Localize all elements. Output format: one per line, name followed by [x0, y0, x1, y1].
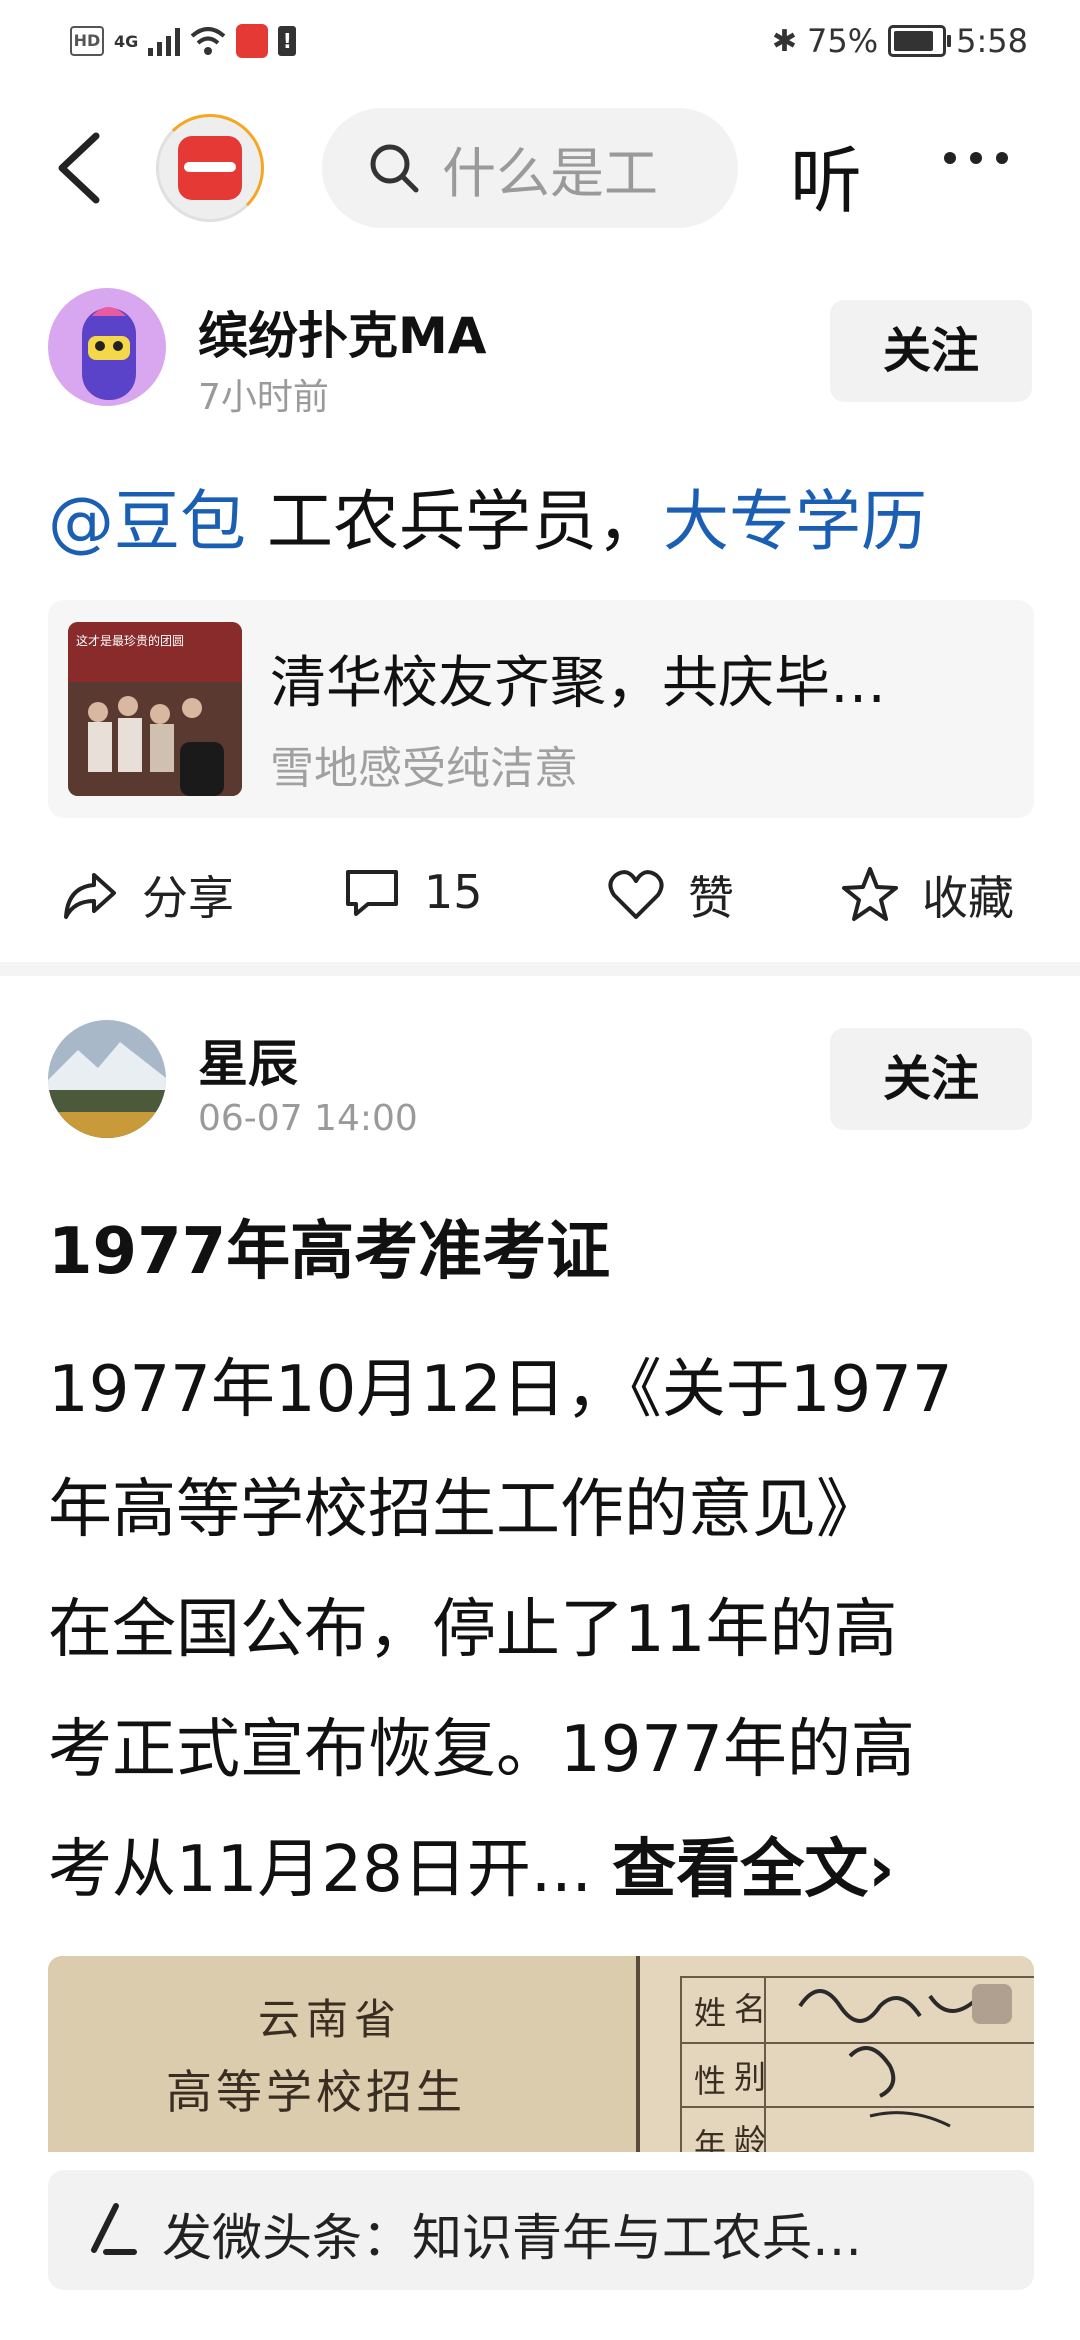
ticket-cell: 别 [734, 2058, 767, 2096]
read-more-link[interactable]: 查看全文› [612, 1833, 894, 1907]
avatar-landscape-icon [48, 1020, 166, 1138]
share-button[interactable]: 分享 [60, 862, 234, 928]
more-menu-icon[interactable] [944, 152, 1008, 164]
battery-icon [888, 25, 952, 57]
red-packet-icon [178, 136, 242, 200]
ticket-cell: 龄 [734, 2122, 767, 2152]
topic-link[interactable]: 大专学历 [663, 483, 927, 560]
favorite-label: 收藏 [922, 871, 1014, 925]
compose-bar[interactable]: 发微头条：知识青年与工农兵… [48, 2170, 1034, 2290]
post-username[interactable]: 星辰 [198, 1024, 298, 1096]
top-nav: 什么是工 听 [0, 108, 1080, 228]
bluetooth-icon: ✱ [771, 23, 798, 59]
network-type: 4G [114, 31, 139, 51]
post-body-line: 1977年10月12日，《关于1977 [48, 1353, 953, 1427]
link-title: 清华校友齐聚，共庆毕… [270, 651, 886, 716]
post-body-line: 年高等学校招生工作的意见》 [48, 1473, 880, 1547]
back-arrow-icon[interactable] [52, 130, 112, 206]
star-icon [842, 867, 898, 921]
link-thumbnail: 这才是最珍贵的团圆 [68, 622, 242, 796]
ticket-cell: 年 [694, 2126, 727, 2152]
shared-link-card[interactable]: 这才是最珍贵的团圆 清华校友齐聚，共庆毕… 雪地感受纯洁意 [48, 600, 1034, 818]
ticket-heading: 高等学校招生 [166, 2065, 466, 2119]
clock: 5:58 [956, 22, 1028, 60]
listen-button[interactable]: 听 [790, 122, 862, 227]
favorite-button[interactable]: 收藏 [840, 862, 1014, 928]
post-timestamp: 7小时前 [198, 377, 329, 418]
search-placeholder: 什么是工 [442, 141, 658, 205]
share-label: 分享 [142, 871, 234, 925]
avatar[interactable] [48, 1020, 166, 1138]
post-text: @豆包 工农兵学员，大专学历 [48, 468, 927, 564]
app-logo-button[interactable] [156, 114, 264, 222]
hd-icon: HD [70, 26, 104, 56]
multi-image-badge-icon [972, 1984, 1012, 2024]
ticket-cell: 性 [694, 2062, 727, 2100]
post-image[interactable]: 云南省 高等学校招生 姓 名 性 别 年 龄 [48, 1956, 1034, 2152]
link-source: 雪地感受纯洁意 [270, 743, 578, 794]
wifi-icon [190, 27, 226, 55]
like-button[interactable]: 赞 [606, 862, 734, 928]
alert-icon: ! [278, 26, 297, 56]
compose-prompt: 发微头条：知识青年与工农兵… [162, 2209, 862, 2267]
heart-icon [608, 870, 664, 919]
comment-icon [346, 870, 398, 916]
pen-icon [91, 2203, 137, 2255]
comment-count: 15 [424, 865, 483, 919]
post-divider [0, 962, 1080, 976]
ticket-province: 云南省 [258, 1995, 403, 2044]
ticket-right-panel: 姓 名 性 别 年 龄 [640, 1956, 1034, 2152]
like-label: 赞 [688, 871, 734, 925]
post-body-line: 在全国公布，停止了11年的高 [48, 1593, 898, 1667]
mention-link[interactable]: @豆包 [48, 483, 246, 560]
follow-button[interactable]: 关注 [830, 1028, 1032, 1130]
app-notification-icon [236, 24, 269, 58]
post-body: 1977年10月12日，《关于1977 年高等学校招生工作的意见》 在全国公布，… [48, 1330, 1048, 1930]
post-title: 1977年高考准考证 [48, 1215, 611, 1289]
ticket-cell: 姓 [694, 1994, 727, 2032]
avatar-character-icon [82, 307, 136, 400]
post-body-line: 考从11月28日开... 查看全文› [48, 1810, 1048, 1930]
battery-percent: 75% [807, 22, 879, 60]
thumbnail-caption: 这才是最珍贵的团圆 [76, 634, 185, 648]
post-username[interactable]: 缤纷扑克MA [198, 296, 486, 368]
search-bar[interactable]: 什么是工 [322, 108, 738, 228]
post-body-line: 考正式宣布恢复。1977年的高 [48, 1713, 915, 1787]
post-actions: 分享 15 赞 收藏 [0, 848, 1080, 938]
avatar[interactable] [48, 288, 166, 406]
share-icon [64, 873, 116, 919]
post-body-truncated: 考从11月28日开... [48, 1833, 613, 1907]
post-text-plain: 工农兵学员， [246, 483, 663, 560]
comment-button[interactable]: 15 [342, 862, 483, 922]
follow-button[interactable]: 关注 [830, 300, 1032, 402]
status-bar: HD 4G ! ✱ 75% 5:58 [0, 0, 1080, 92]
post-timestamp: 06-07 14:00 [198, 1098, 418, 1139]
signal-icon [148, 26, 181, 56]
ticket-left-panel: 云南省 高等学校招生 [48, 1956, 636, 2152]
search-icon [370, 144, 419, 193]
ticket-cell: 名 [734, 1990, 767, 2028]
